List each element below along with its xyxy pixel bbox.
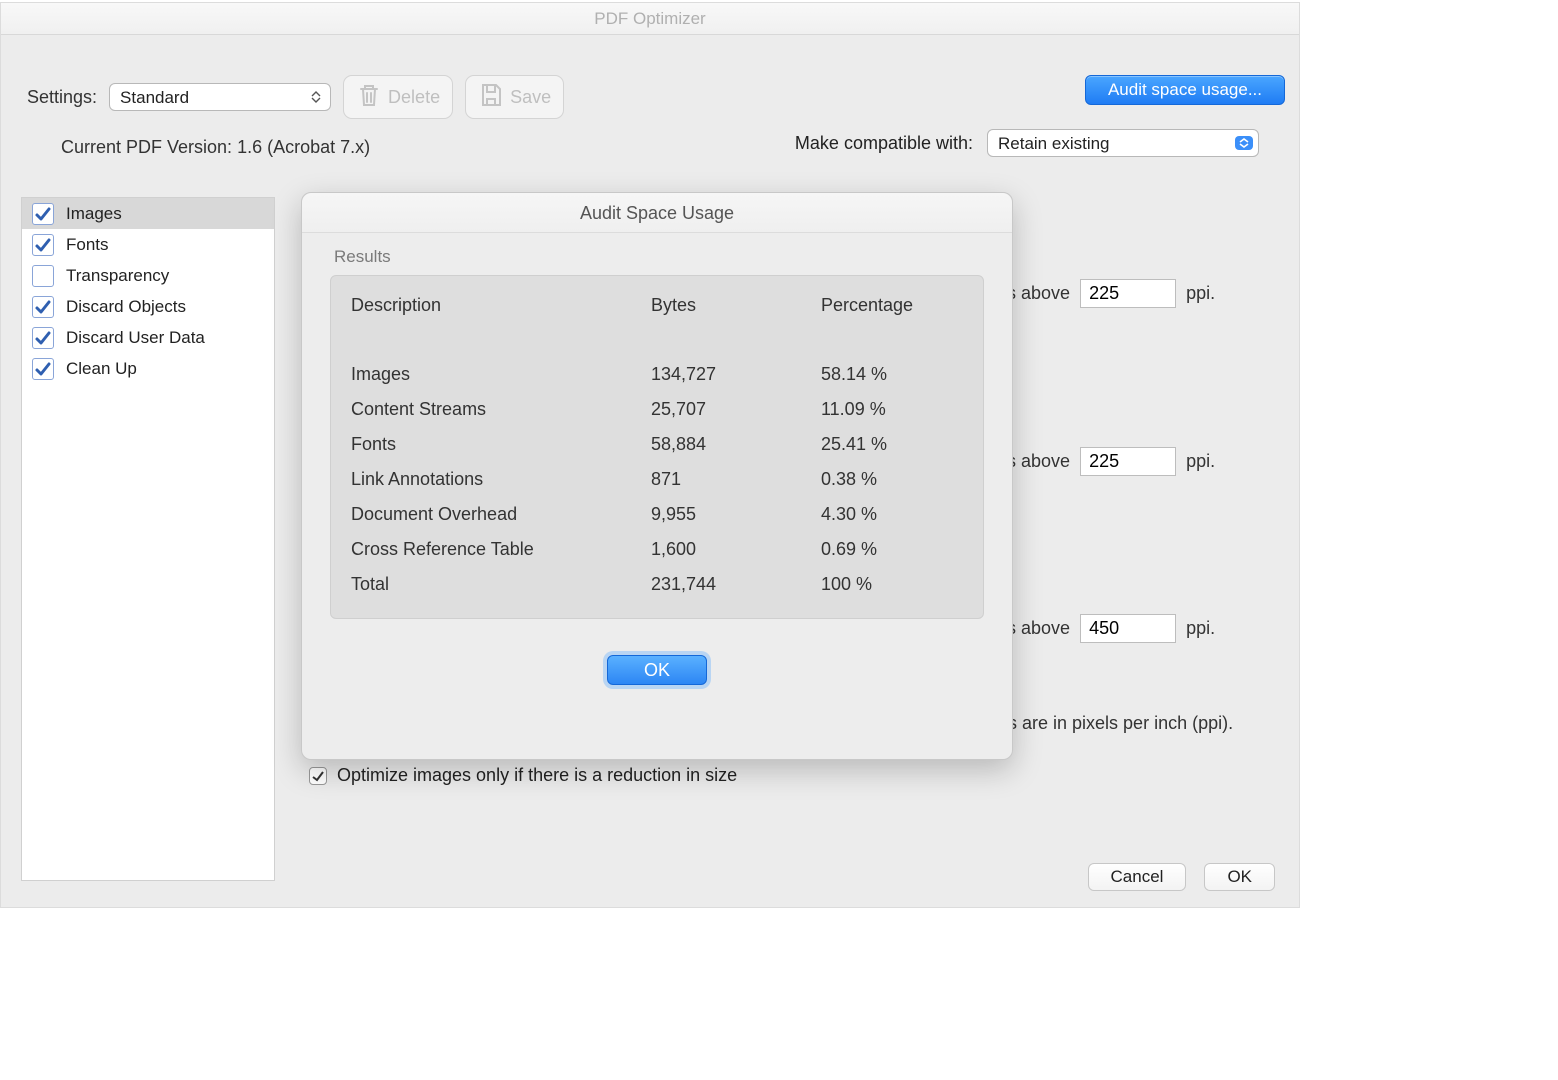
compat-label: Make compatible with: xyxy=(795,133,973,154)
results-cell-desc: Content Streams xyxy=(351,399,651,420)
sidebar-item-label: Clean Up xyxy=(66,359,137,379)
results-cell-bytes: 9,955 xyxy=(651,504,821,525)
results-cell-desc: Total xyxy=(351,574,651,595)
cancel-button[interactable]: Cancel xyxy=(1088,863,1187,891)
results-cell-pct: 58.14 % xyxy=(821,364,951,385)
results-cell-bytes: 58,884 xyxy=(651,434,821,455)
save-label: Save xyxy=(510,87,551,108)
sidebar-checkbox[interactable] xyxy=(32,203,54,225)
pdf-optimizer-window: PDF Optimizer Settings: Standard Delete xyxy=(0,2,1300,908)
results-cell-pct: 100 % xyxy=(821,574,951,595)
results-cell-pct: 25.41 % xyxy=(821,434,951,455)
category-sidebar: Images Fonts Transparency Discard Objects Di… xyxy=(21,197,275,881)
sidebar-checkbox[interactable] xyxy=(32,327,54,349)
results-cell-bytes: 134,727 xyxy=(651,364,821,385)
results-cell-pct: 0.69 % xyxy=(821,539,951,560)
sidebar-item-clean-up[interactable]: Clean Up xyxy=(22,353,274,384)
results-row: Document Overhead9,9554.30 % xyxy=(351,497,963,532)
floppy-icon xyxy=(478,81,504,114)
row-unit: ppi. xyxy=(1186,283,1215,304)
settings-select[interactable]: Standard xyxy=(109,83,331,111)
ppi-note-fragment: ts are in pixels per inch (ppi). xyxy=(1003,713,1233,734)
sidebar-item-label: Discard Objects xyxy=(66,297,186,317)
ppi-input-2[interactable] xyxy=(1080,447,1176,476)
trash-icon xyxy=(356,81,382,114)
sidebar-item-label: Discard User Data xyxy=(66,328,205,348)
sidebar-checkbox[interactable] xyxy=(32,296,54,318)
results-cell-pct: 0.38 % xyxy=(821,469,951,490)
sidebar-checkbox[interactable] xyxy=(32,234,54,256)
results-row: Link Annotations8710.38 % xyxy=(351,462,963,497)
ppi-input-3[interactable] xyxy=(1080,614,1176,643)
window-title: PDF Optimizer xyxy=(1,3,1299,35)
results-row: Fonts58,88425.41 % xyxy=(351,427,963,462)
row-unit: ppi. xyxy=(1186,451,1215,472)
dialog-ok-button[interactable]: OK xyxy=(607,655,707,685)
results-cell-pct: 4.30 % xyxy=(821,504,951,525)
results-row: Cross Reference Table1,6000.69 % xyxy=(351,532,963,567)
results-cell-desc: Fonts xyxy=(351,434,651,455)
results-label: Results xyxy=(334,247,984,267)
sidebar-checkbox[interactable] xyxy=(32,358,54,380)
optimize-label: Optimize images only if there is a reduc… xyxy=(337,765,737,786)
col-description: Description xyxy=(351,295,651,316)
audit-space-usage-button[interactable]: Audit space usage... xyxy=(1085,75,1285,105)
results-row: Images134,72758.14 % xyxy=(351,357,963,392)
settings-label: Settings: xyxy=(27,87,97,108)
results-row: Total231,744100 % xyxy=(351,567,963,602)
bottom-buttons: Cancel OK xyxy=(1088,863,1275,891)
current-pdf-version: Current PDF Version: 1.6 (Acrobat 7.x) xyxy=(61,137,370,158)
sidebar-item-fonts[interactable]: Fonts xyxy=(22,229,274,260)
results-table: Description Bytes Percentage Images134,7… xyxy=(330,275,984,619)
compat-select[interactable]: Retain existing xyxy=(987,129,1259,157)
images-panel-visible-fragment: es above ppi. es above ppi. es above ppi… xyxy=(997,213,1279,791)
optimize-checkbox[interactable] xyxy=(309,767,327,785)
optimize-checkbox-row[interactable]: Optimize images only if there is a reduc… xyxy=(309,765,737,786)
compat-select-wrap[interactable]: Retain existing xyxy=(987,129,1259,157)
delete-button[interactable]: Delete xyxy=(343,75,453,119)
sidebar-item-label: Fonts xyxy=(66,235,109,255)
sidebar-item-label: Transparency xyxy=(66,266,169,286)
results-header: Description Bytes Percentage xyxy=(351,288,963,323)
settings-row: Settings: Standard Delete Save xyxy=(27,75,564,119)
sidebar-checkbox[interactable] xyxy=(32,265,54,287)
results-cell-pct: 11.09 % xyxy=(821,399,951,420)
settings-select-wrap[interactable]: Standard xyxy=(109,83,331,111)
results-cell-bytes: 25,707 xyxy=(651,399,821,420)
results-cell-desc: Images xyxy=(351,364,651,385)
window-content: Settings: Standard Delete Save xyxy=(1,35,1299,907)
ppi-input-1[interactable] xyxy=(1080,279,1176,308)
audit-space-usage-dialog: Audit Space Usage Results Description By… xyxy=(301,192,1013,760)
results-cell-desc: Document Overhead xyxy=(351,504,651,525)
col-percentage: Percentage xyxy=(821,295,951,316)
delete-label: Delete xyxy=(388,87,440,108)
results-cell-bytes: 1,600 xyxy=(651,539,821,560)
row-unit: ppi. xyxy=(1186,618,1215,639)
dialog-title: Audit Space Usage xyxy=(302,193,1012,233)
sidebar-item-images[interactable]: Images xyxy=(22,198,274,229)
sidebar-item-discard-user-data[interactable]: Discard User Data xyxy=(22,322,274,353)
sidebar-item-label: Images xyxy=(66,204,122,224)
dialog-body: Results Description Bytes Percentage Ima… xyxy=(302,233,1012,685)
col-bytes: Bytes xyxy=(651,295,821,316)
results-row: Content Streams25,70711.09 % xyxy=(351,392,963,427)
save-button[interactable]: Save xyxy=(465,75,564,119)
sidebar-item-discard-objects[interactable]: Discard Objects xyxy=(22,291,274,322)
results-cell-bytes: 231,744 xyxy=(651,574,821,595)
sidebar-item-transparency[interactable]: Transparency xyxy=(22,260,274,291)
compat-row: Make compatible with: Retain existing xyxy=(795,129,1259,157)
results-cell-bytes: 871 xyxy=(651,469,821,490)
results-cell-desc: Link Annotations xyxy=(351,469,651,490)
results-cell-desc: Cross Reference Table xyxy=(351,539,651,560)
ok-button[interactable]: OK xyxy=(1204,863,1275,891)
